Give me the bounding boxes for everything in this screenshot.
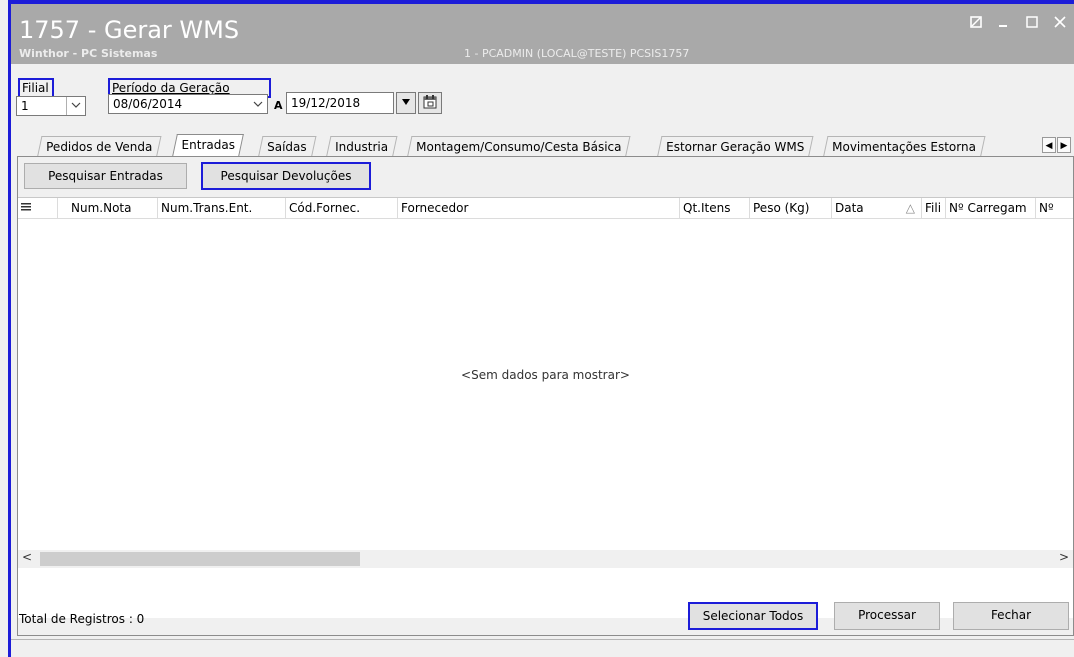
col-header-data[interactable]: Data △ [832, 198, 922, 218]
status-separator [11, 639, 1074, 640]
filial-label: Filial [18, 78, 54, 98]
col-header-qt-itens[interactable]: Qt.Itens [680, 198, 750, 218]
scroll-left-icon[interactable]: < [22, 550, 32, 564]
total-registros-label: Total de Registros : 0 [19, 612, 145, 626]
col-header-fornecedor[interactable]: Fornecedor [398, 198, 680, 218]
title-bar[interactable]: 1757 - Gerar WMS Winthor - PC Sistemas 1… [11, 4, 1074, 64]
tab-label: Movimentações Estorna [832, 140, 976, 154]
calendar-button[interactable] [418, 92, 442, 114]
minimize-icon[interactable] [998, 14, 1010, 32]
window-controls [970, 14, 1066, 32]
date-to-dropdown-button[interactable] [396, 92, 416, 114]
date-from-value: 08/06/2014 [113, 97, 183, 111]
fechar-button[interactable]: Fechar [953, 602, 1069, 630]
horizontal-scrollbar[interactable]: < > [18, 550, 1073, 568]
tab-label: Estornar Geração WMS [666, 140, 805, 154]
col-header-num-trans-ent[interactable]: Num.Trans.Ent. [158, 198, 286, 218]
col-header-cod-fornec[interactable]: Cód.Fornec. [286, 198, 398, 218]
date-from-field[interactable]: 08/06/2014 [108, 94, 268, 114]
date-range-separator: A [274, 99, 283, 112]
selecionar-todos-button[interactable]: Selecionar Todos [688, 602, 818, 630]
maximize-icon[interactable] [1026, 14, 1038, 32]
tab-scroll-right-icon[interactable]: ▶ [1057, 137, 1071, 153]
empty-grid-message: <Sem dados para mostrar> [461, 368, 630, 382]
tab-label: Saídas [267, 140, 307, 154]
processar-button[interactable]: Processar [834, 602, 940, 630]
pesquisar-entradas-button[interactable]: Pesquisar Entradas [24, 163, 187, 189]
col-header-filial[interactable]: Fili [922, 198, 946, 218]
entradas-grid[interactable]: Num.Nota Num.Trans.Ent. Cód.Fornec. Forn… [18, 197, 1073, 618]
filial-select[interactable]: 1 [16, 96, 86, 116]
close-icon[interactable] [1054, 14, 1066, 32]
grid-header: Num.Nota Num.Trans.Ent. Cód.Fornec. Forn… [18, 198, 1073, 219]
tab-saidas[interactable]: Saídas [258, 136, 316, 157]
tab-strip: Pedidos de Venda Entradas Saídas Industr… [31, 134, 1071, 157]
restore-icon[interactable] [970, 14, 982, 32]
pesquisar-devolucoes-button[interactable]: Pesquisar Devoluções [201, 162, 371, 190]
col-header-data-label: Data [835, 201, 864, 215]
col-header-num-carregamento[interactable]: Nº Carregam [946, 198, 1036, 218]
tab-entradas[interactable]: Entradas [172, 134, 245, 157]
tab-montagem[interactable]: Montagem/Consumo/Cesta Básica [407, 136, 631, 157]
calendar-icon [422, 94, 438, 113]
tab-industria[interactable]: Industria [326, 136, 398, 157]
window-subtitle: Winthor - PC Sistemas [19, 47, 158, 60]
sort-ascending-icon: △ [905, 201, 915, 215]
window-title: 1757 - Gerar WMS [19, 16, 240, 44]
scrollbar-thumb[interactable] [40, 552, 360, 566]
tab-label: Montagem/Consumo/Cesta Básica [416, 140, 622, 154]
date-to-field[interactable]: 19/12/2018 [286, 92, 394, 114]
date-to-value: 19/12/2018 [291, 96, 361, 110]
entradas-panel: Pesquisar Entradas Pesquisar Devoluções … [17, 156, 1074, 636]
form-content: Filial Período da Geração 1 08/06/2014 A… [11, 64, 1074, 657]
filial-value: 1 [21, 99, 29, 113]
app-window: 1757 - Gerar WMS Winthor - PC Sistemas 1… [0, 0, 1074, 657]
col-header-num-nota[interactable]: Num.Nota [68, 198, 158, 218]
col-header-num[interactable]: Nº [1036, 198, 1073, 218]
tab-estornar-geracao[interactable]: Estornar Geração WMS [657, 136, 814, 157]
chevron-down-icon[interactable] [66, 97, 85, 115]
tab-label: Entradas [181, 138, 235, 152]
tab-label: Industria [335, 140, 389, 154]
scroll-right-icon[interactable]: > [1059, 550, 1069, 564]
col-header-peso[interactable]: Peso (Kg) [750, 198, 832, 218]
chevron-down-icon[interactable] [249, 98, 267, 111]
tab-pedidos-de-venda[interactable]: Pedidos de Venda [37, 136, 162, 157]
window-border-top [8, 0, 1074, 4]
tab-label: Pedidos de Venda [46, 140, 153, 154]
tab-scroll-left-icon[interactable]: ◀ [1042, 137, 1056, 153]
session-info: 1 - PCADMIN (LOCAL@TESTE) PCSIS1757 [464, 47, 690, 60]
tab-movimentacoes-estornadas[interactable]: Movimentações Estorna [823, 136, 986, 157]
column-chooser-icon[interactable] [18, 198, 58, 218]
